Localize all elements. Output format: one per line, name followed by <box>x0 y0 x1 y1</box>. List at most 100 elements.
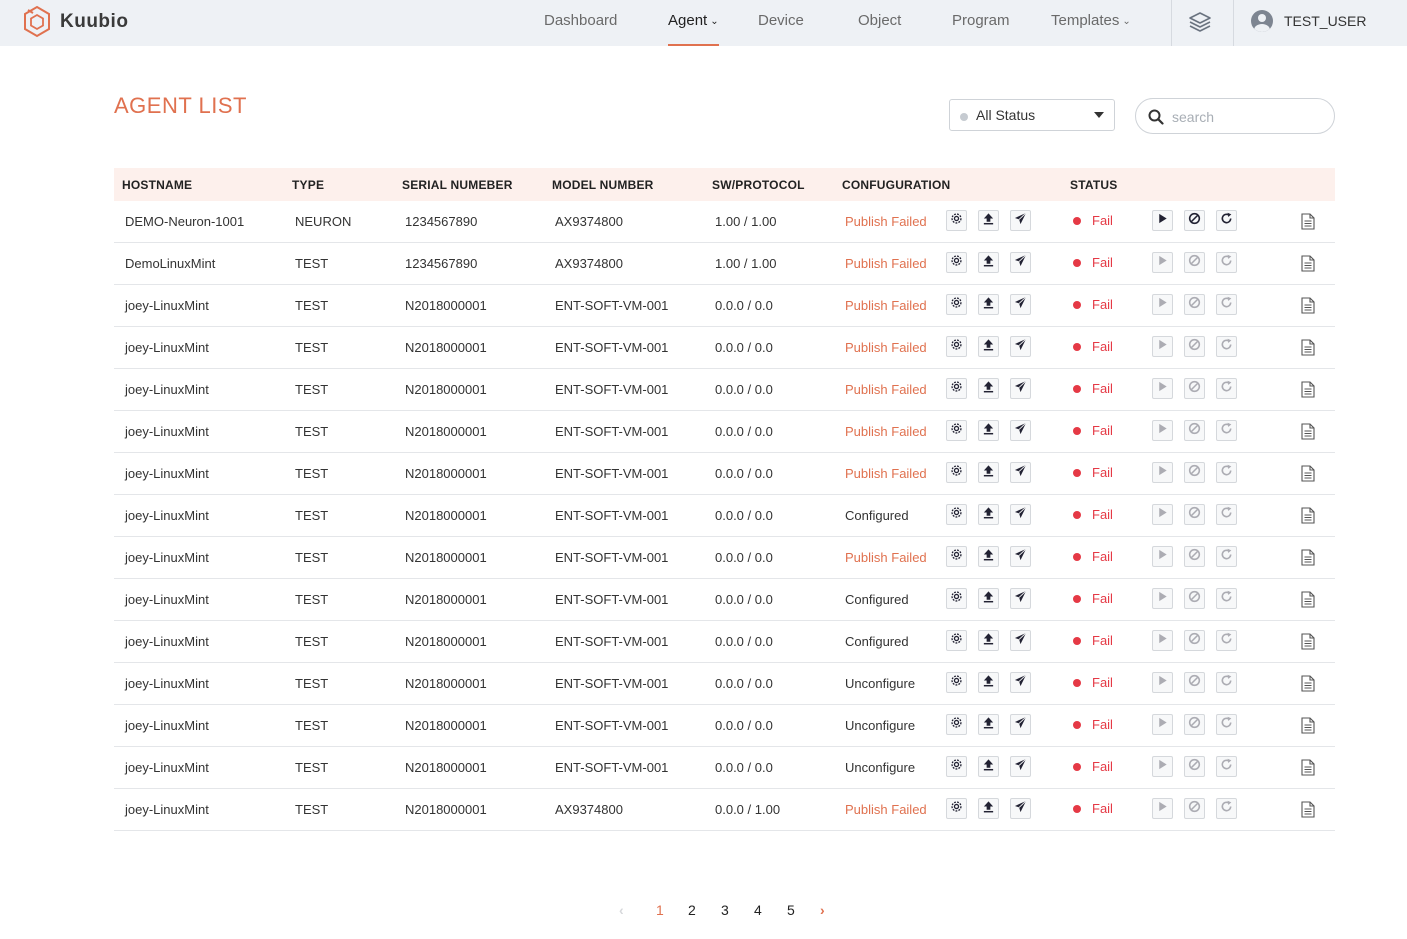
document-icon[interactable] <box>1301 675 1315 692</box>
document-icon[interactable] <box>1301 213 1315 230</box>
stop-button[interactable] <box>1184 462 1205 483</box>
restart-button[interactable] <box>1216 714 1237 735</box>
document-icon[interactable] <box>1301 339 1315 356</box>
document-icon[interactable] <box>1301 759 1315 776</box>
table-row[interactable]: joey-LinuxMint TEST N2018000001 ENT-SOFT-VM… <box>114 495 1335 537</box>
document-icon[interactable] <box>1301 591 1315 608</box>
col-serial[interactable]: SERIAL NUMEBER <box>402 178 513 192</box>
stop-button[interactable] <box>1184 336 1205 357</box>
next-page-button[interactable]: › <box>820 902 825 918</box>
configure-button[interactable] <box>946 588 967 609</box>
deploy-button[interactable] <box>1010 630 1031 651</box>
document-icon[interactable] <box>1301 801 1315 818</box>
nav-program[interactable]: Program <box>952 0 1010 46</box>
search-input[interactable] <box>1172 107 1322 127</box>
stop-button[interactable] <box>1184 798 1205 819</box>
restart-button[interactable] <box>1216 462 1237 483</box>
deploy-button[interactable] <box>1010 714 1031 735</box>
deploy-button[interactable] <box>1010 504 1031 525</box>
table-row[interactable]: joey-LinuxMint TEST N2018000001 ENT-SOFT-VM… <box>114 285 1335 327</box>
restart-button[interactable] <box>1216 252 1237 273</box>
table-row[interactable]: joey-LinuxMint TEST N2018000001 ENT-SOFT-VM… <box>114 663 1335 705</box>
deploy-button[interactable] <box>1010 210 1031 231</box>
restart-button[interactable] <box>1216 420 1237 441</box>
stop-button[interactable] <box>1184 504 1205 525</box>
nav-object[interactable]: Object <box>858 0 901 46</box>
table-row[interactable]: joey-LinuxMint TEST N2018000001 ENT-SOFT-VM… <box>114 453 1335 495</box>
hostname-cell[interactable]: joey-LinuxMint <box>125 424 209 439</box>
deploy-button[interactable] <box>1010 294 1031 315</box>
page-5-button[interactable]: 5 <box>787 902 795 918</box>
document-icon[interactable] <box>1301 255 1315 272</box>
col-sw-protocol[interactable]: SW/PROTOCOL <box>712 178 805 192</box>
table-row[interactable]: joey-LinuxMint TEST N2018000001 ENT-SOFT-VM… <box>114 537 1335 579</box>
configure-button[interactable] <box>946 336 967 357</box>
deploy-button[interactable] <box>1010 756 1031 777</box>
table-row[interactable]: joey-LinuxMint TEST N2018000001 ENT-SOFT-VM… <box>114 327 1335 369</box>
page-4-button[interactable]: 4 <box>754 902 762 918</box>
nav-dashboard[interactable]: Dashboard <box>544 0 617 46</box>
stop-button[interactable] <box>1184 294 1205 315</box>
start-button[interactable] <box>1152 588 1173 609</box>
brand-logo[interactable]: Kuubio <box>22 5 128 39</box>
start-button[interactable] <box>1152 630 1173 651</box>
page-1-button[interactable]: 1 <box>656 902 664 918</box>
publish-button[interactable] <box>978 336 999 357</box>
hostname-cell[interactable]: joey-LinuxMint <box>125 802 209 817</box>
publish-button[interactable] <box>978 504 999 525</box>
col-model[interactable]: MODEL NUMBER <box>552 178 654 192</box>
document-icon[interactable] <box>1301 633 1315 650</box>
publish-button[interactable] <box>978 294 999 315</box>
document-icon[interactable] <box>1301 465 1315 482</box>
search-box[interactable] <box>1135 98 1335 134</box>
configure-button[interactable] <box>946 546 967 567</box>
hostname-cell[interactable]: joey-LinuxMint <box>125 298 209 313</box>
deploy-button[interactable] <box>1010 672 1031 693</box>
nav-templates[interactable]: Templates ⌄ <box>1051 0 1131 46</box>
hostname-cell[interactable]: DemoLinuxMint <box>125 256 215 271</box>
document-icon[interactable] <box>1301 717 1315 734</box>
start-button[interactable] <box>1152 714 1173 735</box>
hostname-cell[interactable]: joey-LinuxMint <box>125 760 209 775</box>
start-button[interactable] <box>1152 294 1173 315</box>
table-row[interactable]: joey-LinuxMint TEST N2018000001 ENT-SOFT-VM… <box>114 621 1335 663</box>
restart-button[interactable] <box>1216 294 1237 315</box>
table-row[interactable]: joey-LinuxMint TEST N2018000001 ENT-SOFT-VM… <box>114 579 1335 621</box>
configure-button[interactable] <box>946 462 967 483</box>
restart-button[interactable] <box>1216 798 1237 819</box>
publish-button[interactable] <box>978 252 999 273</box>
table-row[interactable]: DemoLinuxMint TEST 1234567890 AX9374800 1.00… <box>114 243 1335 285</box>
start-button[interactable] <box>1152 504 1173 525</box>
col-hostname[interactable]: HOSTNAME <box>122 178 192 192</box>
deploy-button[interactable] <box>1010 378 1031 399</box>
publish-button[interactable] <box>978 588 999 609</box>
restart-button[interactable] <box>1216 672 1237 693</box>
configure-button[interactable] <box>946 420 967 441</box>
hostname-cell[interactable]: joey-LinuxMint <box>125 550 209 565</box>
publish-button[interactable] <box>978 672 999 693</box>
hostname-cell[interactable]: joey-LinuxMint <box>125 718 209 733</box>
status-filter-select[interactable]: All Status <box>949 99 1115 131</box>
start-button[interactable] <box>1152 798 1173 819</box>
table-row[interactable]: joey-LinuxMint TEST N2018000001 ENT-SOFT-VM… <box>114 705 1335 747</box>
configure-button[interactable] <box>946 672 967 693</box>
col-configuration[interactable]: CONFUGURATION <box>842 178 950 192</box>
restart-button[interactable] <box>1216 336 1237 357</box>
stop-button[interactable] <box>1184 672 1205 693</box>
configure-button[interactable] <box>946 294 967 315</box>
user-menu[interactable]: TEST_USER <box>1251 10 1366 32</box>
publish-button[interactable] <box>978 378 999 399</box>
hostname-cell[interactable]: joey-LinuxMint <box>125 676 209 691</box>
configure-button[interactable] <box>946 210 967 231</box>
nav-device[interactable]: Device <box>758 0 804 46</box>
stop-button[interactable] <box>1184 630 1205 651</box>
deploy-button[interactable] <box>1010 420 1031 441</box>
publish-button[interactable] <box>978 420 999 441</box>
restart-button[interactable] <box>1216 546 1237 567</box>
restart-button[interactable] <box>1216 378 1237 399</box>
configure-button[interactable] <box>946 504 967 525</box>
configure-button[interactable] <box>946 756 967 777</box>
configure-button[interactable] <box>946 252 967 273</box>
document-icon[interactable] <box>1301 507 1315 524</box>
restart-button[interactable] <box>1216 504 1237 525</box>
